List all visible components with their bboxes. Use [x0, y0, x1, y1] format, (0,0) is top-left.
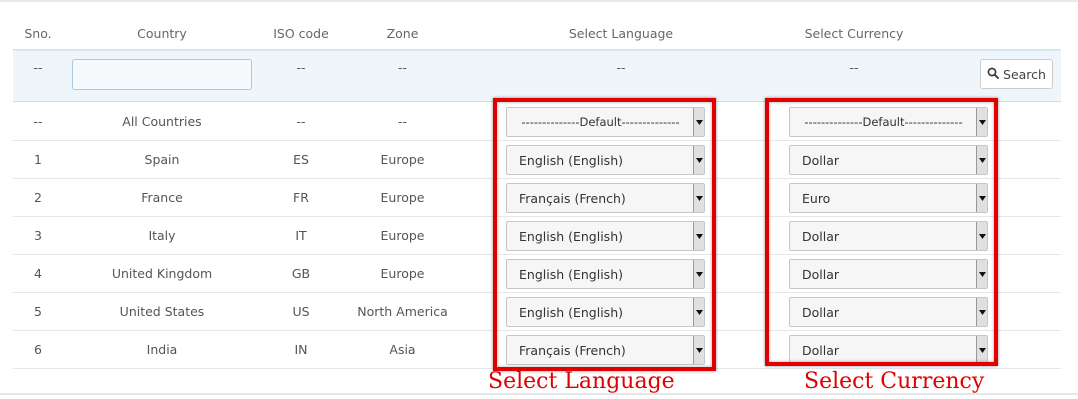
row-iso: --	[296, 114, 306, 129]
row-country: Spain	[144, 152, 180, 167]
search-button-label: Search	[1003, 66, 1046, 82]
row-sno: 3	[34, 228, 42, 243]
bottom-divider	[0, 393, 1078, 395]
row-iso: ES	[293, 152, 309, 167]
row-country: Italy	[148, 228, 176, 243]
search-icon	[987, 67, 999, 82]
row-zone: North America	[357, 304, 448, 319]
header-sno: Sno.	[24, 26, 52, 41]
row-iso: US	[292, 304, 310, 319]
row-zone: --	[397, 114, 408, 129]
row-iso: FR	[293, 190, 309, 205]
currency-annotation: Select Currency	[804, 369, 985, 394]
search-button[interactable]: Search	[980, 59, 1053, 89]
row-country: United States	[119, 304, 205, 319]
filter-sno: --	[33, 60, 43, 75]
filter-language: --	[616, 60, 626, 75]
row-iso: IT	[295, 228, 307, 243]
countries-table: Sno. Country ISO code Zone Select Langua…	[0, 0, 1078, 399]
row-zone: Europe	[380, 228, 425, 243]
header-country: Country	[137, 26, 187, 41]
row-sno: --	[33, 114, 43, 129]
row-sno: 6	[34, 342, 42, 357]
row-iso: GB	[291, 266, 311, 281]
header-iso-code: ISO code	[273, 26, 329, 41]
row-zone: Europe	[380, 152, 425, 167]
currency-highlight-box	[765, 98, 998, 366]
row-country: India	[146, 342, 178, 357]
header-select-language: Select Language	[568, 26, 674, 41]
row-sno: 2	[34, 190, 42, 205]
row-country: France	[141, 190, 183, 205]
row-iso: IN	[294, 342, 308, 357]
row-zone: Europe	[380, 190, 425, 205]
country-filter-input[interactable]	[72, 59, 252, 90]
row-sno: 5	[34, 304, 42, 319]
row-zone: Asia	[389, 342, 416, 357]
row-sno: 1	[34, 152, 42, 167]
language-highlight-box	[493, 98, 716, 371]
filter-currency: --	[849, 60, 859, 75]
filter-iso: --	[296, 60, 306, 75]
row-zone: Europe	[380, 266, 425, 281]
row-country: All Countries	[122, 114, 202, 129]
filter-zone: --	[397, 60, 408, 75]
top-divider	[0, 0, 1078, 2]
row-country: United Kingdom	[111, 266, 213, 281]
header-zone: Zone	[386, 26, 419, 41]
row-sno: 4	[34, 266, 42, 281]
header-select-currency: Select Currency	[804, 26, 904, 41]
language-annotation: Select Language	[488, 369, 675, 394]
